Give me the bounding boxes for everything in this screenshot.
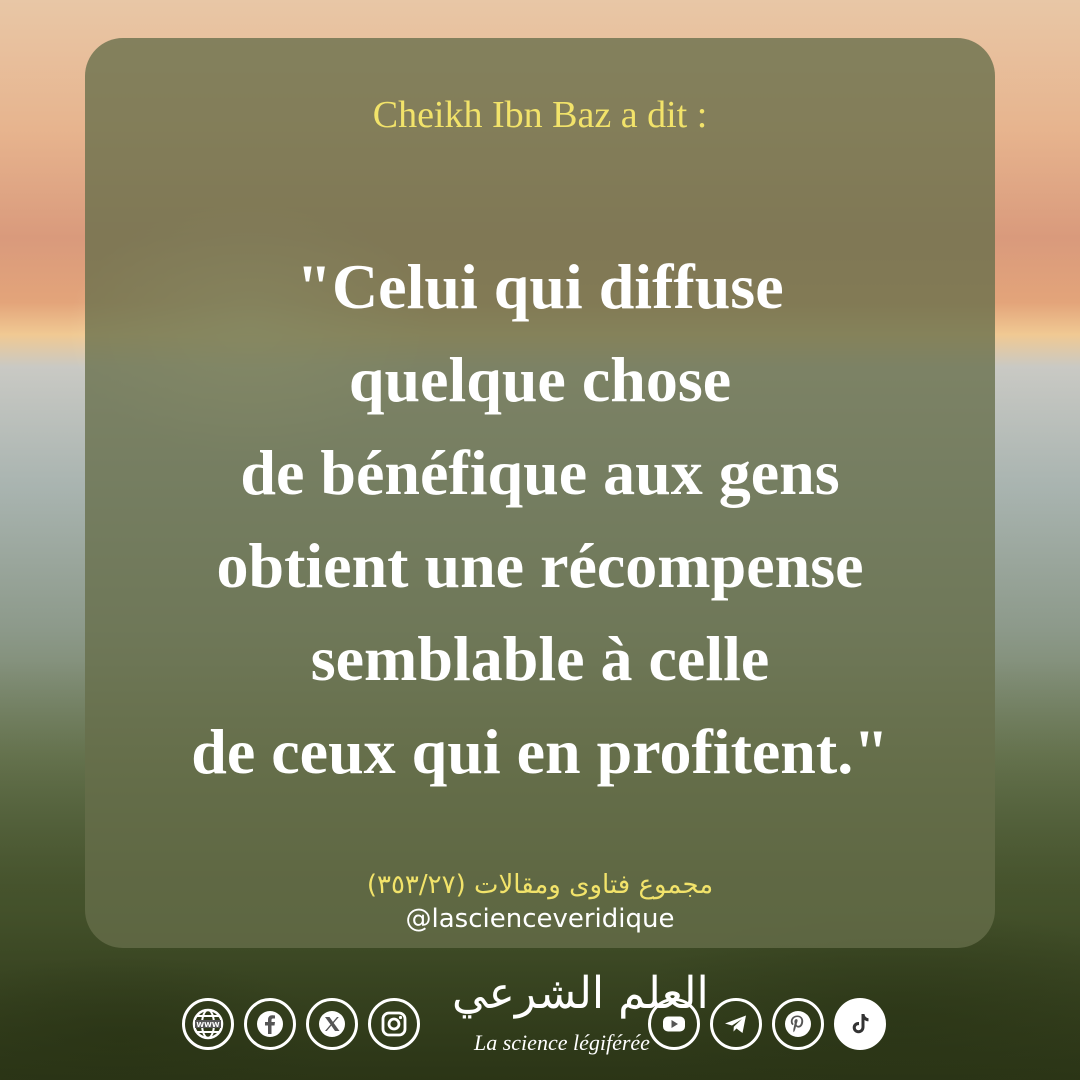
quote-text: "Celui qui diffuse quelque chose de béné… xyxy=(0,240,1080,798)
quote-line: de bénéfique aux gens xyxy=(240,437,840,508)
quote-line: "Celui qui diffuse xyxy=(296,251,784,322)
instagram-icon[interactable] xyxy=(368,998,420,1050)
x-icon[interactable] xyxy=(306,998,358,1050)
pinterest-icon[interactable] xyxy=(772,998,824,1050)
logo-calligraphy: العلم الشرعي xyxy=(452,968,709,1019)
quote-source: مجموع فتاوى ومقالات (٣٥٣/٢٧) xyxy=(366,870,714,900)
account-handle: @lascienceveridique xyxy=(405,904,675,934)
tiktok-icon[interactable] xyxy=(834,998,886,1050)
quote-line: semblable à celle xyxy=(310,623,770,694)
quote-line: obtient une récompense xyxy=(216,530,864,601)
logo-tagline: La science légiférée xyxy=(474,1030,650,1055)
quote-line: de ceux qui en profitent." xyxy=(191,716,889,787)
quote-intro: Cheikh Ibn Baz a dit : xyxy=(372,94,708,136)
quote-line: quelque chose xyxy=(348,344,732,415)
website-icon[interactable]: WWW xyxy=(182,998,234,1050)
facebook-icon[interactable] xyxy=(244,998,296,1050)
telegram-icon[interactable] xyxy=(710,998,762,1050)
brand-logo: العلم الشرعي La science légiférée xyxy=(432,968,709,1068)
svg-text:WWW: WWW xyxy=(196,1021,219,1029)
